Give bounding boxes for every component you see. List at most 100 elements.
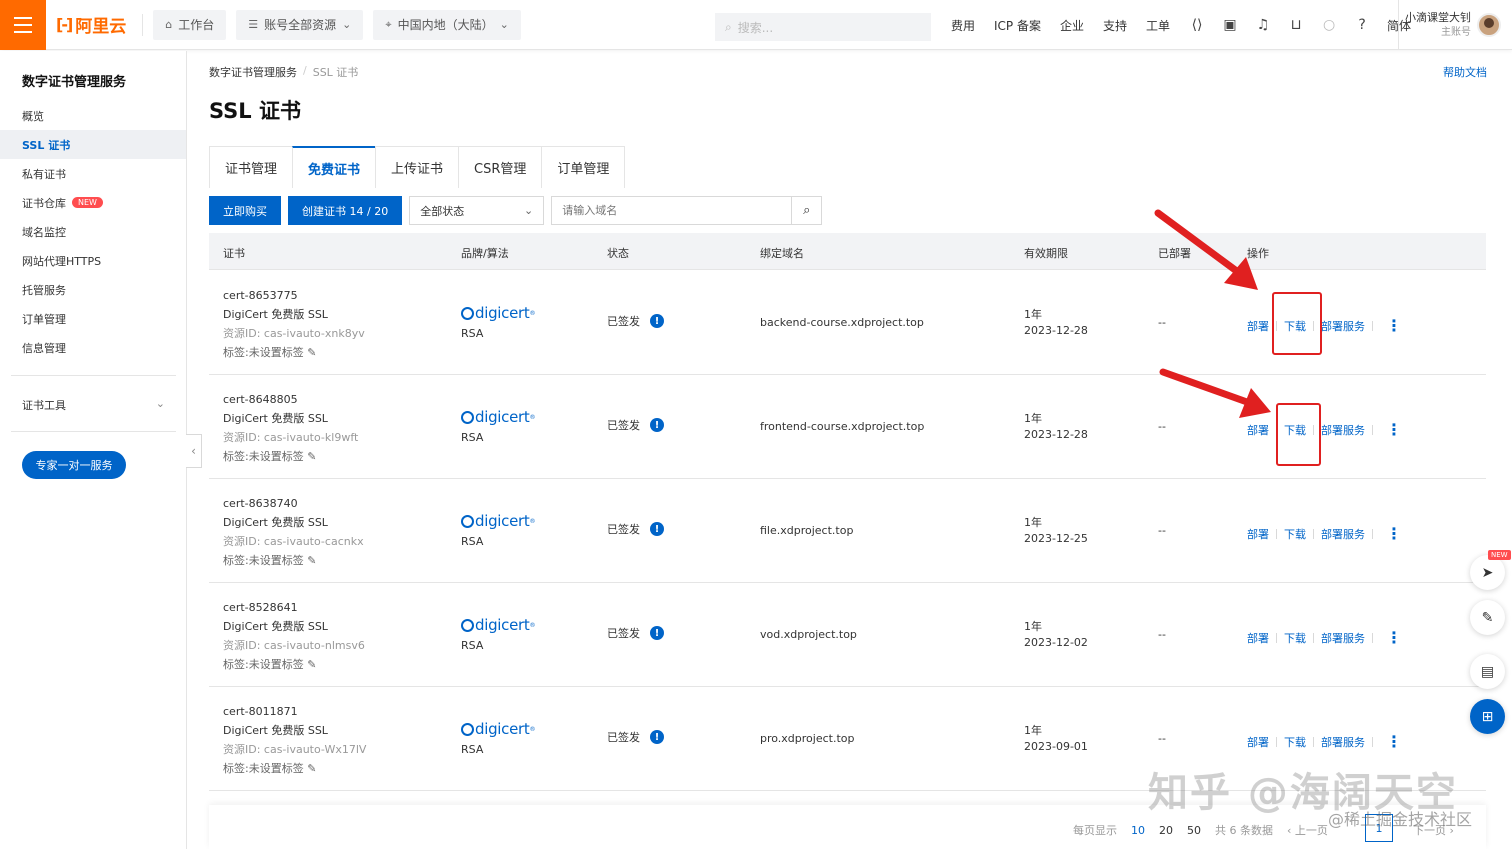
aliyun-logo[interactable]: [-] 阿里云 bbox=[56, 12, 126, 37]
tab-free-cert[interactable]: 免费证书 bbox=[292, 146, 376, 189]
search-placeholder: 搜索... bbox=[737, 20, 774, 35]
deploy-button[interactable]: 部署 bbox=[1247, 526, 1269, 542]
table-row: cert-8528641 DigiCert 免费版 SSL 资源ID: cas-iv… bbox=[209, 583, 1486, 687]
search-icon[interactable]: ⌕ bbox=[792, 196, 823, 225]
link-ticket[interactable]: 工单 bbox=[1146, 17, 1170, 34]
resources-dropdown[interactable]: ☰ 账号全部资源 ⌄ bbox=[236, 9, 364, 40]
more-options-icon[interactable]: ⋮ bbox=[1386, 316, 1402, 335]
download-button[interactable]: 下载 bbox=[1284, 526, 1306, 542]
sidebar-cert-tools[interactable]: 证书工具 ⌄ bbox=[22, 397, 165, 413]
user-menu[interactable]: 小滴课堂大钊 主账号 bbox=[1398, 0, 1501, 50]
edit-icon[interactable]: ✎ bbox=[307, 658, 316, 671]
deploy-service-button[interactable]: 部署服务 bbox=[1321, 422, 1365, 438]
more-options-icon[interactable]: ⋮ bbox=[1386, 628, 1402, 647]
download-button[interactable]: 下载 bbox=[1284, 630, 1306, 646]
actions-cell: 部署 下载 部署服务 ⋮ bbox=[1247, 316, 1402, 335]
deploy-service-button[interactable]: 部署服务 bbox=[1321, 318, 1365, 334]
more-options-icon[interactable]: ⋮ bbox=[1386, 420, 1402, 439]
deploy-service-button[interactable]: 部署服务 bbox=[1321, 630, 1365, 646]
sidebar-item-ssl[interactable]: SSL 证书 bbox=[0, 130, 186, 159]
sidebar-item-hosting[interactable]: 托管服务 bbox=[0, 275, 186, 304]
terminal-icon[interactable]: ▣ bbox=[1222, 17, 1238, 33]
alert-icon[interactable]: ! bbox=[650, 522, 664, 536]
sidebar-item-private-cert[interactable]: 私有证书 bbox=[0, 159, 186, 188]
breadcrumb-root[interactable]: 数字证书管理服务 bbox=[209, 64, 297, 80]
alert-icon[interactable]: ! bbox=[650, 626, 664, 640]
edit-icon[interactable]: ✎ bbox=[307, 554, 316, 567]
deploy-service-button[interactable]: 部署服务 bbox=[1321, 526, 1365, 542]
deploy-button[interactable]: 部署 bbox=[1247, 734, 1269, 750]
cert-id[interactable]: cert-8528641 bbox=[223, 598, 365, 617]
page-title: SSL 证书 bbox=[209, 99, 301, 123]
cert-id[interactable]: cert-8653775 bbox=[223, 286, 365, 305]
deployed-count: -- bbox=[1158, 316, 1166, 329]
annotation-box bbox=[1272, 292, 1322, 355]
link-enterprise[interactable]: 企业 bbox=[1060, 17, 1084, 34]
page-size-20[interactable]: 20 bbox=[1159, 824, 1173, 837]
page-size-50[interactable]: 50 bbox=[1187, 824, 1201, 837]
bell-icon[interactable]: ♫ bbox=[1255, 17, 1271, 33]
apps-grid-icon[interactable]: ⊞ bbox=[1470, 699, 1505, 734]
deploy-service-button[interactable]: 部署服务 bbox=[1321, 734, 1365, 750]
brand-name: digicert bbox=[475, 720, 530, 738]
link-icp[interactable]: ICP 备案 bbox=[994, 17, 1041, 34]
pin-icon[interactable]: ➤ bbox=[1470, 555, 1505, 590]
tab-orders[interactable]: 订单管理 bbox=[541, 146, 626, 188]
code-icon[interactable]: ⟨⟩ bbox=[1189, 17, 1205, 33]
edit-icon[interactable]: ✎ bbox=[307, 450, 316, 463]
sidebar-item-overview[interactable]: 概览 bbox=[0, 101, 186, 130]
sidebar-item-cert-warehouse[interactable]: 证书仓库 NEW bbox=[0, 188, 186, 217]
digicert-logo: digicert ® bbox=[461, 720, 536, 738]
buy-now-button[interactable]: 立即购买 bbox=[209, 196, 281, 225]
region-dropdown[interactable]: ⌖ 中国内地（大陆） ⌄ bbox=[373, 9, 521, 40]
tab-upload-cert[interactable]: 上传证书 bbox=[375, 146, 459, 188]
create-cert-button[interactable]: 创建证书 14 / 20 bbox=[288, 196, 403, 225]
edit-icon[interactable]: ✎ bbox=[307, 346, 316, 359]
domain-search-input[interactable] bbox=[551, 196, 793, 225]
cert-tag[interactable]: 标签:未设置标签 ✎ bbox=[223, 447, 358, 466]
divider bbox=[1313, 632, 1314, 643]
global-search-input[interactable]: ⌕ 搜索... bbox=[715, 13, 931, 41]
expire-date: 2023-09-01 bbox=[1024, 740, 1088, 753]
download-button[interactable]: 下载 bbox=[1284, 734, 1306, 750]
avatar[interactable] bbox=[1477, 13, 1501, 37]
collapse-sidebar-icon[interactable]: ‹ bbox=[186, 434, 202, 468]
cert-id[interactable]: cert-8011871 bbox=[223, 702, 366, 721]
workbench-button[interactable]: ⌂ 工作台 bbox=[153, 9, 227, 40]
deploy-button[interactable]: 部署 bbox=[1247, 422, 1269, 438]
help-icon[interactable]: ? bbox=[1354, 17, 1370, 33]
status-select[interactable]: 全部状态 ⌄ bbox=[409, 196, 545, 225]
cert-tag[interactable]: 标签:未设置标签 ✎ bbox=[223, 655, 365, 674]
cert-id[interactable]: cert-8648805 bbox=[223, 390, 358, 409]
alert-icon[interactable]: ! bbox=[650, 730, 664, 744]
prev-page-button[interactable]: ‹ 上一页 bbox=[1287, 822, 1328, 838]
sidebar-item-info[interactable]: 信息管理 bbox=[0, 333, 186, 362]
lightbulb-icon[interactable]: ○ bbox=[1321, 17, 1337, 33]
link-support[interactable]: 支持 bbox=[1103, 17, 1127, 34]
more-options-icon[interactable]: ⋮ bbox=[1386, 524, 1402, 543]
more-options-icon[interactable]: ⋮ bbox=[1386, 732, 1402, 751]
cert-tag[interactable]: 标签:未设置标签 ✎ bbox=[223, 759, 366, 778]
hamburger-menu-icon[interactable] bbox=[0, 0, 46, 50]
deploy-button[interactable]: 部署 bbox=[1247, 318, 1269, 334]
edit-icon[interactable]: ✎ bbox=[1470, 600, 1505, 635]
tab-csr[interactable]: CSR管理 bbox=[458, 146, 542, 188]
edit-icon[interactable]: ✎ bbox=[307, 762, 316, 775]
help-docs-link[interactable]: 帮助文档 bbox=[1443, 64, 1487, 80]
cert-tag[interactable]: 标签:未设置标签 ✎ bbox=[223, 551, 364, 570]
list-icon: ☰ bbox=[248, 18, 259, 31]
cert-tag[interactable]: 标签:未设置标签 ✎ bbox=[223, 343, 365, 362]
expert-service-button[interactable]: 专家一对一服务 bbox=[22, 451, 126, 479]
sidebar-item-orders[interactable]: 订单管理 bbox=[0, 304, 186, 333]
tab-cert-management[interactable]: 证书管理 bbox=[209, 146, 293, 188]
cart-icon[interactable]: ⊔ bbox=[1288, 17, 1304, 33]
alert-icon[interactable]: ! bbox=[650, 314, 664, 328]
deploy-button[interactable]: 部署 bbox=[1247, 630, 1269, 646]
link-fees[interactable]: 费用 bbox=[951, 17, 975, 34]
page-size-10[interactable]: 10 bbox=[1131, 824, 1145, 837]
cert-id[interactable]: cert-8638740 bbox=[223, 494, 364, 513]
chat-icon[interactable]: ▤ bbox=[1470, 654, 1505, 689]
sidebar-item-https-proxy[interactable]: 网站代理HTTPS bbox=[0, 246, 186, 275]
sidebar-item-domain-monitor[interactable]: 域名监控 bbox=[0, 217, 186, 246]
alert-icon[interactable]: ! bbox=[650, 418, 664, 432]
